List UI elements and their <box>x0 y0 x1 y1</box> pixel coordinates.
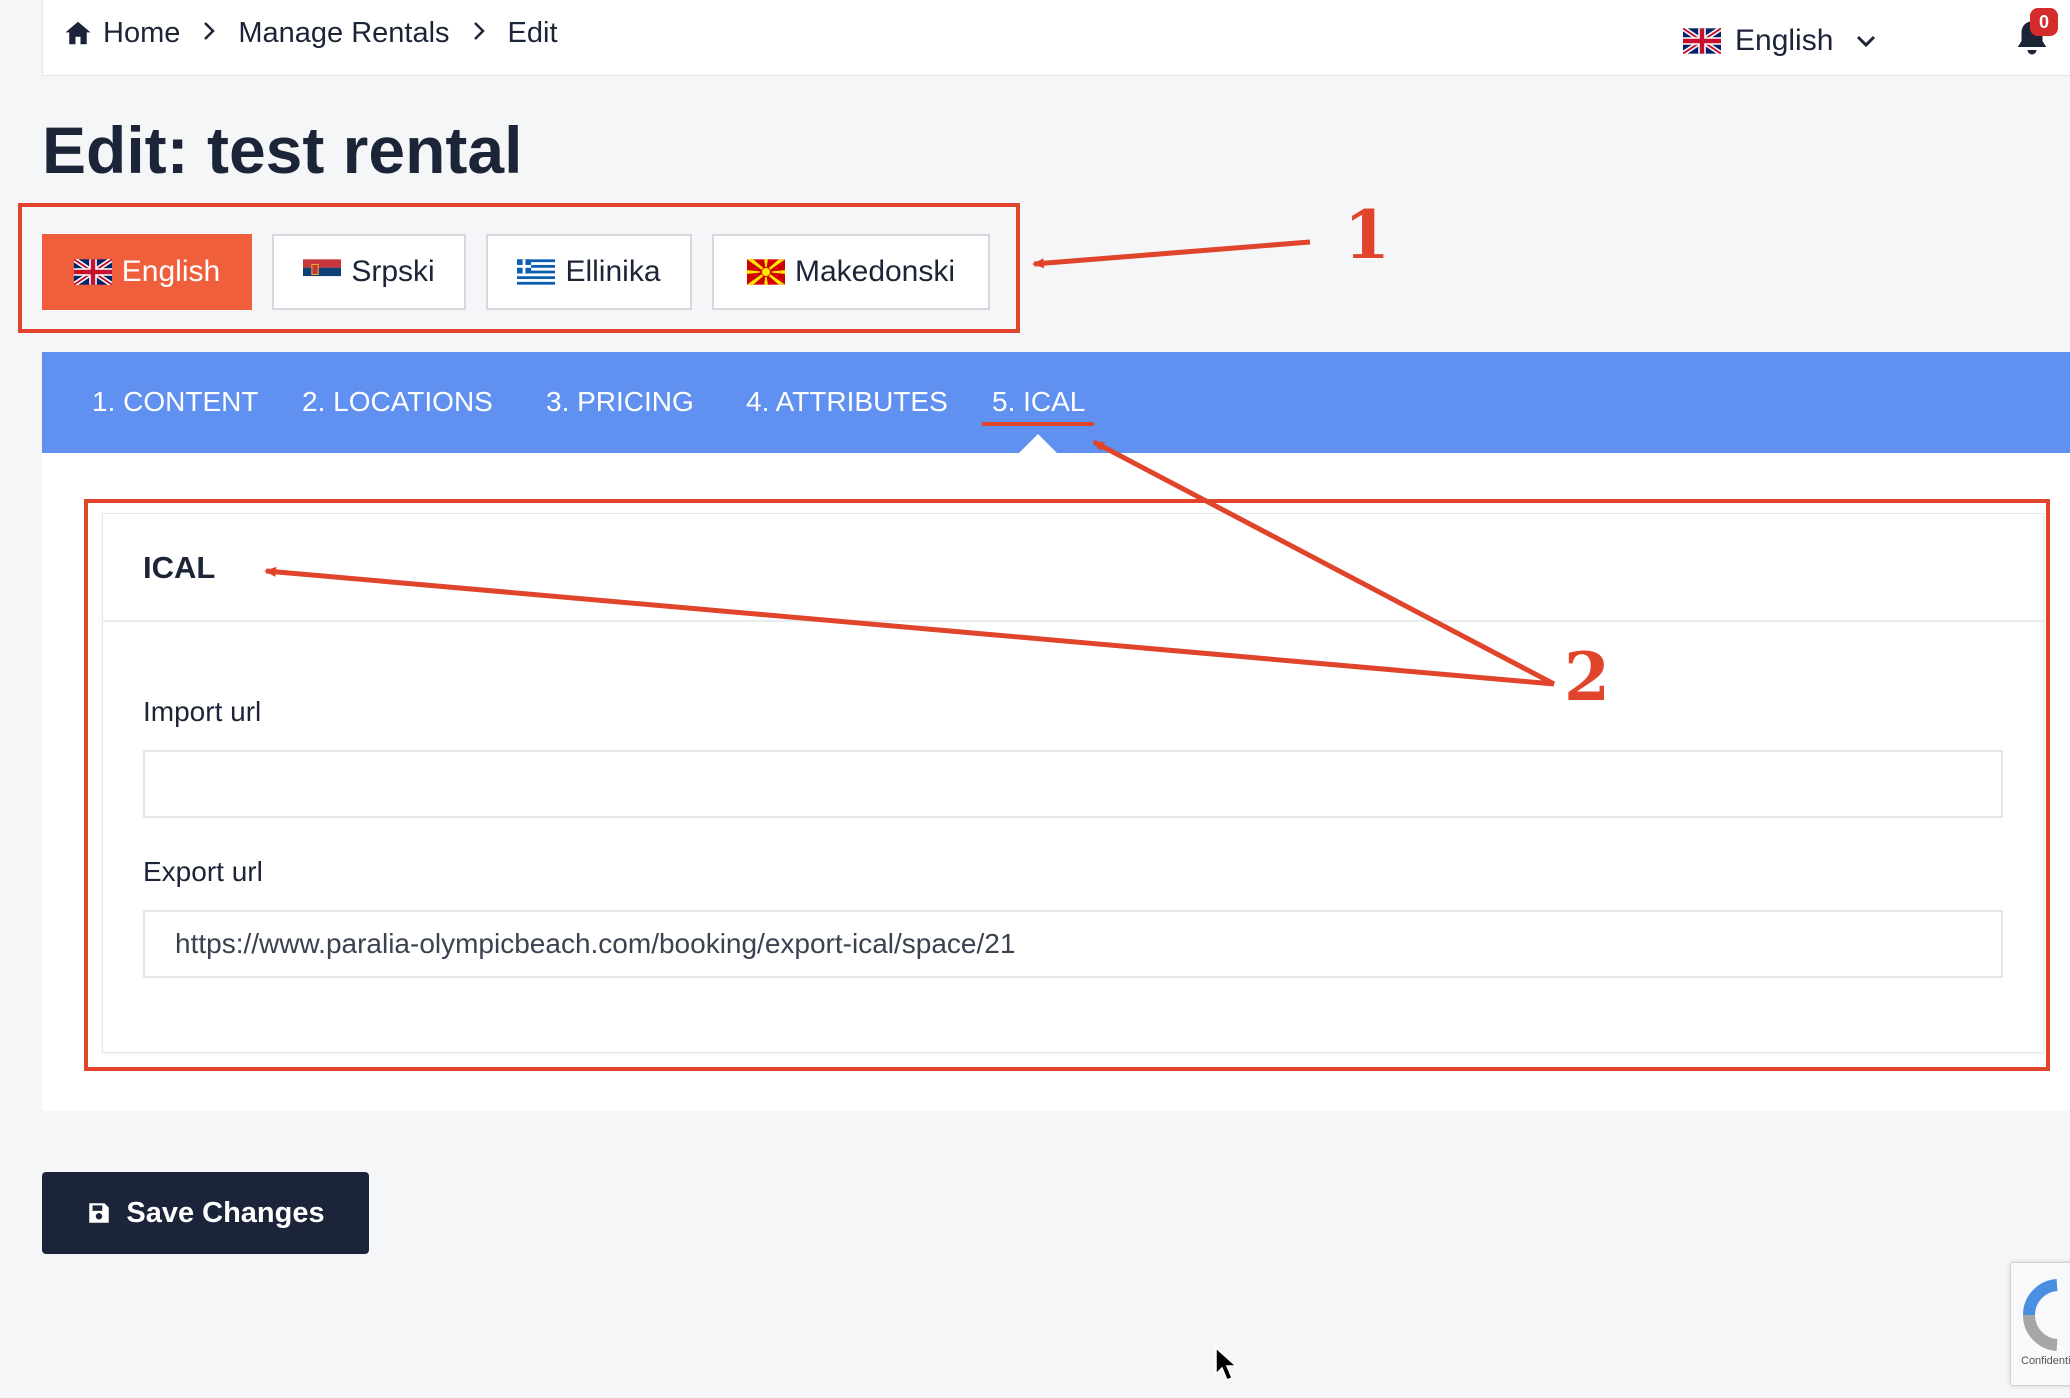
active-tab-indicator <box>1018 434 1058 454</box>
breadcrumb: Home Manage Rentals Edit <box>63 16 558 50</box>
tab-content[interactable]: 1. CONTENT <box>92 386 258 418</box>
annotation-label-one: 1 <box>1344 196 1390 274</box>
chevron-right-icon <box>470 16 488 50</box>
annotation-label-two: 2 <box>1564 638 1610 716</box>
save-changes-button[interactable]: Save Changes <box>42 1172 369 1254</box>
tab-ical[interactable]: 5. ICAL <box>992 386 1085 418</box>
active-tab-underline <box>982 422 1094 426</box>
breadcrumb-home[interactable]: Home <box>103 17 180 50</box>
recaptcha-badge[interactable]: Confidentiality <box>2010 1262 2070 1386</box>
recaptcha-text: Confidentiality <box>2021 1355 2070 1367</box>
breadcrumb-manage-rentals[interactable]: Manage Rentals <box>238 17 449 50</box>
language-dropdown[interactable]: English <box>1681 24 1877 58</box>
tab-locations[interactable]: 2. LOCATIONS <box>302 386 493 418</box>
floppy-disk-icon <box>86 1200 112 1226</box>
tab-attributes[interactable]: 4. ATTRIBUTES <box>746 386 948 418</box>
recaptcha-logo-icon <box>2022 1279 2058 1351</box>
mouse-cursor-icon <box>1215 1346 1238 1381</box>
save-changes-label: Save Changes <box>126 1196 325 1229</box>
page-title: Edit: test rental <box>42 113 523 187</box>
annotation-box-ical <box>84 499 2050 1071</box>
chevron-right-icon <box>200 16 218 50</box>
annotation-arrow-one <box>1032 239 1311 269</box>
uk-flag-icon <box>1681 26 1723 56</box>
language-dropdown-label: English <box>1735 24 1834 57</box>
chevron-down-icon <box>1855 30 1877 52</box>
notification-badge: 0 <box>2030 8 2058 36</box>
tab-pricing[interactable]: 3. PRICING <box>546 386 694 418</box>
annotation-box-languages <box>18 203 1020 333</box>
breadcrumb-current: Edit <box>507 16 558 49</box>
home-icon[interactable] <box>63 18 93 48</box>
